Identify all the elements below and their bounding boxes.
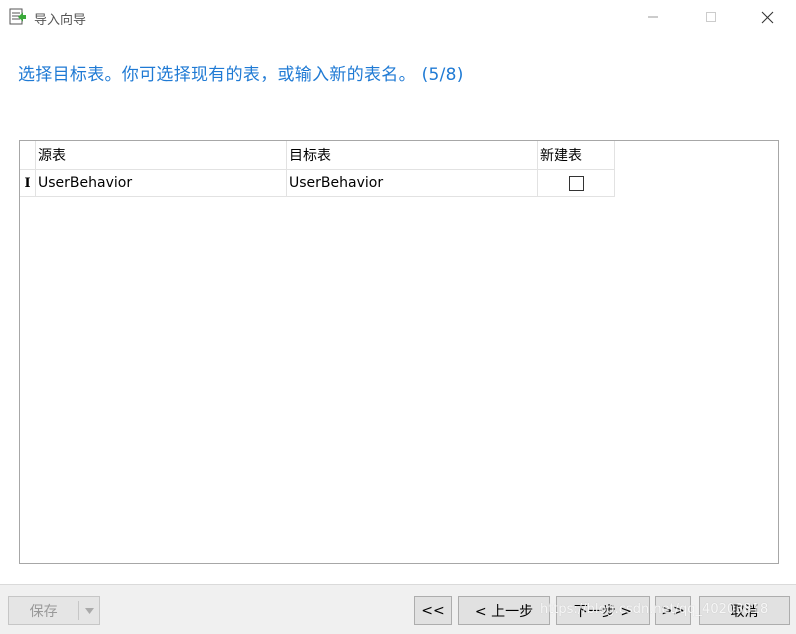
- save-button: 保存: [8, 596, 100, 625]
- column-header-new-table[interactable]: 新建表: [538, 141, 615, 170]
- target-table-cell[interactable]: UserBehavior: [287, 170, 538, 197]
- page-title: 选择目标表。你可选择现有的表，或输入新的表名。 (5/8): [18, 65, 464, 85]
- minimize-icon: [648, 16, 658, 18]
- grid-header: 源表 目标表 新建表: [20, 141, 615, 170]
- source-table-cell[interactable]: UserBehavior: [36, 170, 287, 197]
- cancel-button[interactable]: 取消: [699, 596, 790, 625]
- minimize-button[interactable]: [630, 0, 676, 34]
- close-icon: [761, 11, 773, 23]
- column-header-source[interactable]: 源表: [36, 141, 287, 170]
- new-table-cell[interactable]: [538, 170, 615, 197]
- title-bar: 导入向导: [0, 0, 796, 34]
- maximize-button[interactable]: [688, 0, 734, 34]
- window-title: 导入向导: [34, 13, 87, 28]
- close-button[interactable]: [744, 0, 790, 34]
- maximize-icon: [706, 12, 716, 22]
- wizard-footer: 保存 << < 上一步 下一步 > >> 取消: [0, 584, 796, 634]
- new-table-checkbox[interactable]: [569, 175, 584, 191]
- previous-step-button[interactable]: < 上一步: [458, 596, 550, 625]
- table-mapping-grid[interactable]: 源表 目标表 新建表 I UserBehavior UserBehavior: [19, 140, 779, 564]
- table-row[interactable]: I UserBehavior UserBehavior: [20, 170, 615, 197]
- chevron-down-icon: [79, 607, 99, 614]
- save-button-label: 保存: [29, 603, 58, 620]
- first-step-button[interactable]: <<: [414, 596, 452, 625]
- column-header-target[interactable]: 目标表: [287, 141, 538, 170]
- next-step-button[interactable]: 下一步 >: [556, 596, 650, 625]
- text-cursor-icon: I: [24, 175, 31, 191]
- last-step-button[interactable]: >>: [655, 596, 691, 625]
- import-wizard-icon: [9, 8, 27, 26]
- row-indicator[interactable]: I: [20, 170, 36, 197]
- header-indicator-cell: [20, 141, 36, 170]
